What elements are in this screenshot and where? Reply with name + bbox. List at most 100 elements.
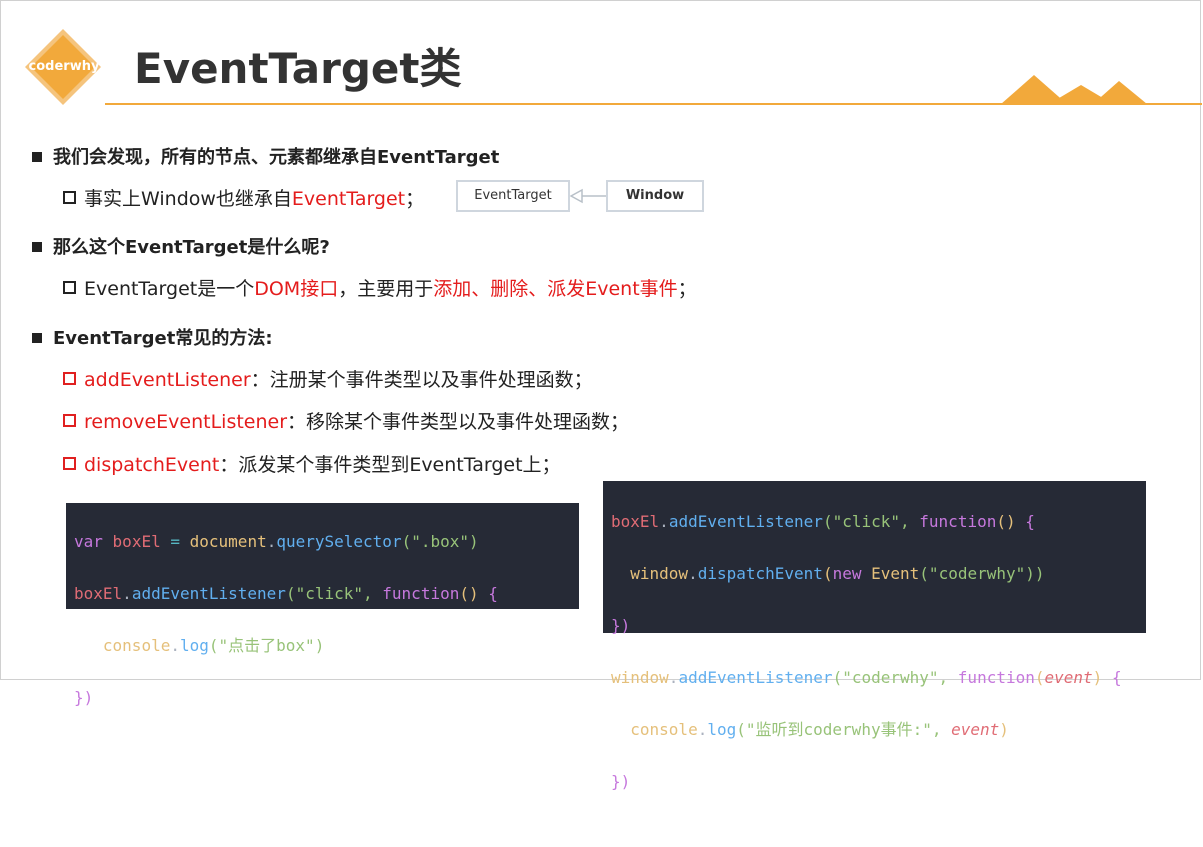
code-token: function [919,512,997,531]
code-line: }) [74,685,579,711]
bullet-1: 我们会发现，所有的节点、元素都继承自EventTarget [32,143,499,169]
bullet-text: 那么这个EventTarget是什么呢? [53,237,330,258]
code-token: ("click", [285,584,373,603]
code-token: }) [611,616,631,635]
code-token: . [170,636,180,655]
sub-highlight: DOM接口 [254,278,339,300]
code-token: console [102,636,171,655]
method-add-event-listener: addEventListener：注册某个事件类型以及事件处理函数； [63,365,593,392]
code-line: window.dispatchEvent(new Event("coderwhy… [611,561,1146,587]
code-token: ("click", [822,512,910,531]
code-line: }) [611,769,1146,795]
code-token: { [1025,512,1035,531]
sub-text: 事实上Window也继承自 [84,188,292,210]
code-token: boxEl [74,584,123,603]
code-token: ( [1034,668,1045,687]
method-desc: ：移除某个事件类型以及事件处理函数； [287,411,630,433]
method-name: addEventListener [84,369,251,391]
code-token: { [1111,668,1122,687]
method-dispatch-event: dispatchEvent：派发某个事件类型到EventTarget上； [63,450,561,477]
method-desc: ：注册某个事件类型以及事件处理函数； [250,369,593,391]
header-rule [105,103,1202,105]
code-token: }) [611,772,631,791]
bullet-2: 那么这个EventTarget是什么呢? [32,233,330,259]
code-token: function [957,668,1035,687]
code-token: . [668,668,679,687]
code-token: }) [74,688,94,707]
code-token: addEventListener [678,668,833,687]
sub-highlight: 添加、删除、派发Event事件 [433,278,678,300]
code-line: var boxEl = document.querySelector(".box… [74,529,579,555]
code-token: . [122,584,132,603]
sub-suffix: ； [677,278,697,300]
code-token: . [659,512,669,531]
code-token: console [630,720,698,739]
code-token: . [697,720,708,739]
hollow-square-icon [63,372,76,385]
code-line: boxEl.addEventListener("click", function… [611,509,1146,535]
code-token: addEventListener [131,584,286,603]
code-token: ) [1092,668,1103,687]
code-token: boxEl [112,532,161,551]
logo-text: coderwhy [28,59,100,74]
slide: coderwhy EventTarget类 我们会发现，所有的节点、元素都继承自… [0,0,1202,791]
code-token: () [459,584,479,603]
method-name: removeEventListener [84,411,288,433]
method-desc: ：派发某个事件类型到EventTarget上； [219,454,561,476]
code-token: (".box") [401,532,479,551]
code-line: console.log("点击了box") [74,633,579,659]
code-token: ( [822,564,833,583]
hollow-square-icon [63,457,76,470]
diagram-window-box: Window [606,180,704,212]
code-token: new [832,564,862,583]
bullet-square-icon [32,242,42,252]
sub-highlight: EventTarget [291,188,406,210]
code-token: window [630,564,689,583]
code-token: . [688,564,698,583]
code-line: boxEl.addEventListener("click", function… [74,581,579,607]
code-token: log [179,636,209,655]
bullet-3: EventTarget常见的方法: [32,324,273,350]
page-title: EventTarget类 [134,44,462,93]
method-name: dispatchEvent [84,454,220,476]
code-token: document [189,532,267,551]
sub-text: ，主要用于 [338,278,434,300]
code-token: log [707,720,737,739]
code-token: dispatchEvent [697,564,823,583]
code-token: { [488,584,498,603]
code-token: () [996,512,1016,531]
sub-text: EventTarget是一个 [84,278,255,300]
code-token: ("coderwhy")) [919,564,1045,583]
bullet-square-icon [32,152,42,162]
mountains-decoration-icon [1001,75,1147,104]
sub-item-dom-interface: EventTarget是一个DOM接口，主要用于添加、删除、派发Event事件； [63,274,697,301]
code-token: var [74,532,103,551]
hollow-square-icon [63,281,76,294]
sub-suffix: ； [405,188,425,210]
code-token: event [951,720,1000,739]
code-token: ("点击了box") [208,636,325,655]
code-line: window.addEventListener("coderwhy", func… [611,665,1146,691]
hollow-square-icon [63,414,76,427]
code-line: }) [611,613,1146,639]
inheritance-arrow-icon [570,188,606,204]
hollow-square-icon [63,191,76,204]
code-token: addEventListener [668,512,823,531]
code-block-1: var boxEl = document. querySelector(".box… [66,503,579,707]
code-token: querySelector [276,532,402,551]
method-remove-event-listener: removeEventListener：移除某个事件类型以及事件处理函数； [63,407,629,434]
code-block-2: boxEl.addEventListener("click", function… [603,481,1146,791]
bullet-text: EventTarget常见的方法: [53,328,273,349]
code-token: ("coderwhy", [832,668,949,687]
sub-item-window: 事实上Window也继承自EventTarget； [63,184,424,211]
diagram-eventtarget-box: EventTarget [456,180,570,212]
code-token: ) [999,720,1009,739]
code-token: = [170,532,180,551]
code-token: function [382,584,460,603]
code-token: Event [871,564,920,583]
code-token: ("监听到coderwhy事件:", [736,720,942,739]
code-token: window [611,668,669,687]
bullet-square-icon [32,333,42,343]
code-token: event [1044,668,1093,687]
bullet-text: 我们会发现，所有的节点、元素都继承自EventTarget [53,147,500,168]
